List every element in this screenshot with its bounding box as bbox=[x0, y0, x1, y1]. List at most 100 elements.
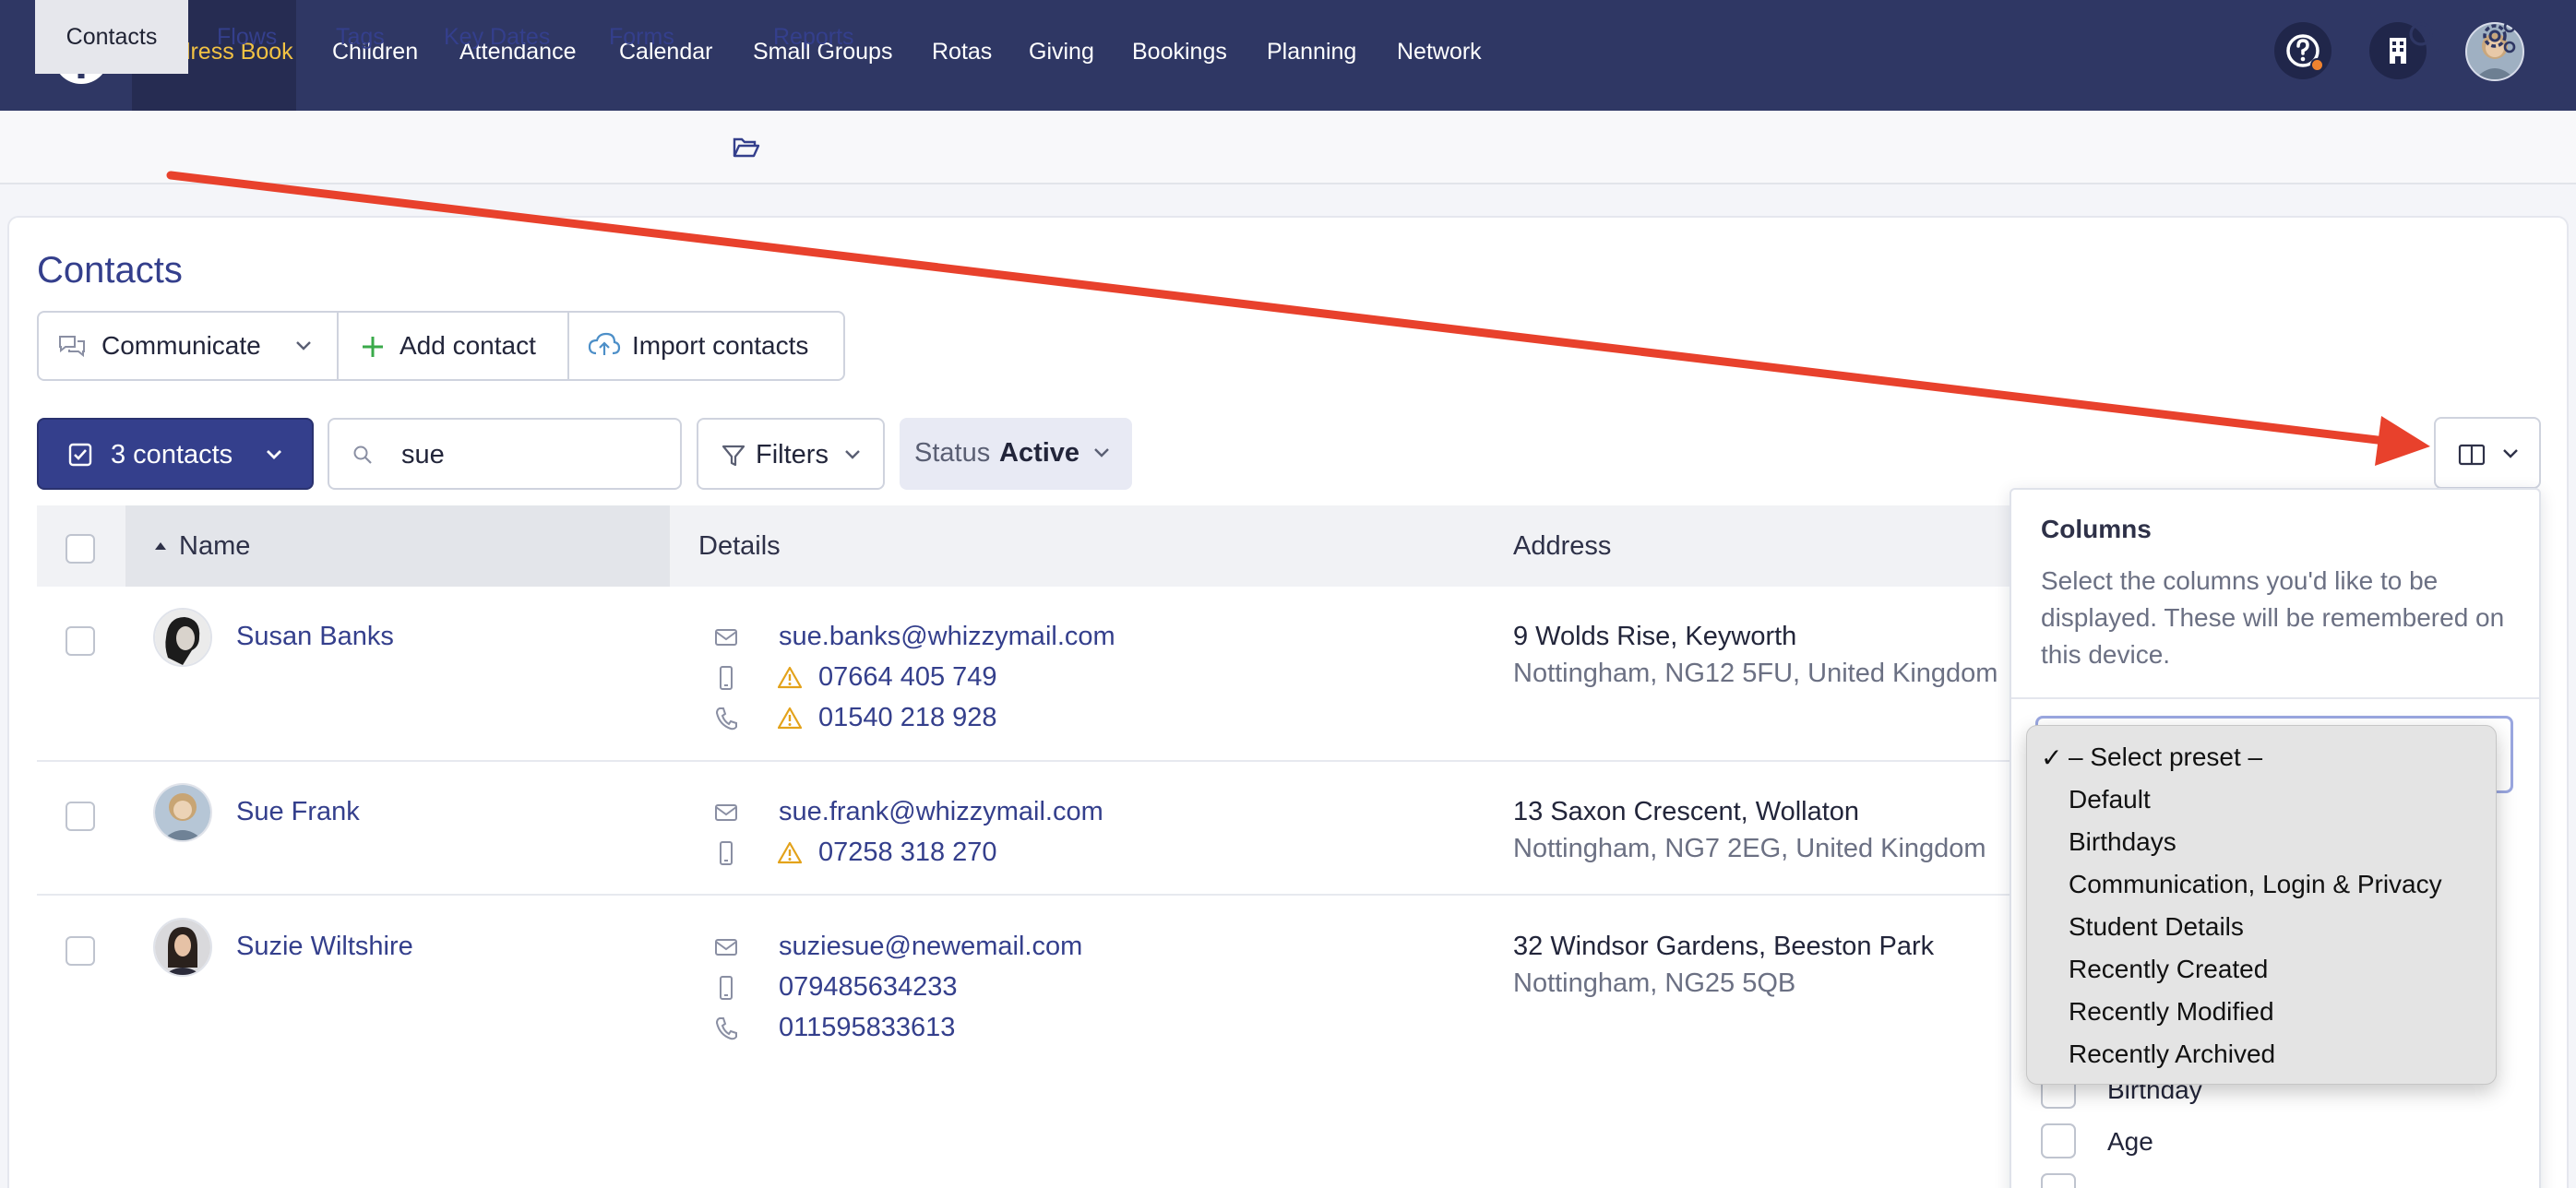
notification-dot bbox=[2310, 58, 2324, 72]
column-header-name[interactable]: Name bbox=[179, 505, 250, 587]
columns-panel-description: Select the columns you'd like to be disp… bbox=[2041, 566, 2505, 669]
selected-contacts-dropdown[interactable]: 3 contacts bbox=[37, 418, 314, 490]
mobile-number-link[interactable]: 07258 318 270 bbox=[818, 838, 997, 868]
columns-panel-title: Columns bbox=[2041, 515, 2152, 543]
tab-forms[interactable]: Forms bbox=[609, 0, 674, 74]
email-link[interactable]: suziesue@newemail.com bbox=[779, 932, 1082, 962]
nav-bookings[interactable]: Bookings bbox=[1132, 0, 1227, 111]
search-input[interactable]: sue bbox=[328, 418, 682, 490]
chevron-down-icon bbox=[1094, 448, 1109, 457]
phone-icon bbox=[715, 1017, 737, 1040]
mobile-number-link[interactable]: 079485634233 bbox=[779, 972, 958, 1003]
chevron-down-icon bbox=[845, 450, 860, 459]
checkmark-icon: ✓ bbox=[2041, 743, 2063, 772]
nav-network[interactable]: Network bbox=[1397, 0, 1482, 111]
warning-icon bbox=[778, 841, 802, 864]
folder-open-icon bbox=[733, 137, 760, 158]
tab-flows[interactable]: Flows bbox=[217, 0, 277, 74]
column-checkbox-age[interactable] bbox=[2041, 1123, 2076, 1158]
select-all-checkbox[interactable] bbox=[66, 534, 95, 564]
cloud-upload-icon bbox=[588, 332, 621, 355]
column-checkbox[interactable] bbox=[2041, 1173, 2076, 1188]
address-line-1: 32 Windsor Gardens, Beeston Park bbox=[1513, 932, 1935, 961]
email-icon bbox=[715, 629, 737, 646]
preset-option-student-details[interactable]: Student Details bbox=[2069, 912, 2244, 942]
address-line-1: 9 Wolds Rise, Keyworth bbox=[1513, 622, 1797, 651]
chevron-down-icon bbox=[296, 341, 311, 350]
email-icon bbox=[715, 804, 737, 821]
tab-tags[interactable]: Tags bbox=[336, 0, 385, 74]
filter-funnel-icon bbox=[722, 445, 745, 467]
preset-option-select[interactable]: – Select preset – bbox=[2069, 742, 2262, 772]
mobile-phone-icon bbox=[720, 976, 733, 1000]
email-link[interactable]: sue.frank@whizzymail.com bbox=[779, 797, 1103, 827]
nav-planning[interactable]: Planning bbox=[1267, 0, 1356, 111]
plus-icon bbox=[363, 337, 383, 357]
tab-reports[interactable]: Reports bbox=[773, 0, 854, 74]
column-header-details: Details bbox=[698, 531, 781, 561]
address-line-1: 13 Saxon Crescent, Wollaton bbox=[1513, 797, 1860, 826]
phone-number-link[interactable]: 01540 218 928 bbox=[818, 703, 997, 733]
filters-label: Filters bbox=[756, 440, 829, 469]
contact-avatar bbox=[153, 783, 212, 842]
help-icon bbox=[2286, 34, 2320, 67]
tab-key-dates[interactable]: Key Dates bbox=[444, 0, 550, 74]
tab-contacts[interactable]: Contacts bbox=[35, 0, 188, 74]
mobile-phone-icon bbox=[720, 841, 733, 865]
nav-giving[interactable]: Giving bbox=[1029, 0, 1094, 111]
nav-rotas[interactable]: Rotas bbox=[932, 0, 992, 111]
communicate-button[interactable]: Communicate bbox=[39, 313, 337, 379]
search-icon[interactable] bbox=[2403, 16, 2445, 58]
contact-name-link[interactable]: Suzie Wiltshire bbox=[236, 932, 413, 962]
add-contact-button[interactable]: Add contact bbox=[339, 313, 567, 379]
status-value: Active bbox=[999, 438, 1080, 468]
import-contacts-button[interactable]: Import contacts bbox=[569, 313, 843, 379]
preset-dropdown-menu bbox=[2026, 725, 2497, 1085]
warning-icon bbox=[778, 666, 802, 689]
address-line-2: Nottingham, NG25 5QB bbox=[1513, 968, 1796, 998]
address-line-2: Nottingham, NG7 2EG, United Kingdom bbox=[1513, 834, 1986, 863]
preset-option-recently-created[interactable]: Recently Created bbox=[2069, 955, 2268, 984]
preset-option-communication[interactable]: Communication, Login & Privacy bbox=[2069, 870, 2442, 899]
checkbox-checked-icon bbox=[68, 443, 92, 467]
column-label-age: Age bbox=[2107, 1127, 2153, 1156]
contact-avatar bbox=[153, 918, 212, 977]
help-button[interactable] bbox=[2274, 22, 2332, 79]
status-filter-pill[interactable]: Status Active bbox=[900, 418, 1132, 490]
preset-option-recently-archived[interactable]: Recently Archived bbox=[2069, 1040, 2275, 1069]
mobile-phone-icon bbox=[720, 666, 733, 690]
chevron-down-icon bbox=[267, 450, 281, 459]
preset-option-recently-modified[interactable]: Recently Modified bbox=[2069, 997, 2274, 1027]
preset-option-default[interactable]: Default bbox=[2069, 785, 2151, 814]
sort-ascending-icon bbox=[155, 542, 166, 550]
row-checkbox[interactable] bbox=[66, 626, 95, 656]
search-value: sue bbox=[401, 440, 445, 469]
email-link[interactable]: sue.banks@whizzymail.com bbox=[779, 622, 1115, 652]
mobile-number-link[interactable]: 07664 405 749 bbox=[818, 662, 997, 693]
chat-bubbles-icon bbox=[59, 336, 85, 358]
add-contact-label: Add contact bbox=[400, 331, 536, 360]
contact-name-link[interactable]: Susan Banks bbox=[236, 622, 394, 652]
action-button-group: Communicate Add contact Import contacts bbox=[37, 311, 845, 381]
email-icon bbox=[715, 939, 737, 956]
warning-icon bbox=[778, 707, 802, 730]
row-divider bbox=[37, 894, 2044, 896]
communicate-label: Communicate bbox=[101, 331, 261, 360]
status-label: Status bbox=[914, 438, 991, 468]
phone-icon bbox=[715, 707, 737, 731]
divider bbox=[2011, 697, 2539, 699]
chevron-down-icon bbox=[2503, 449, 2518, 458]
row-checkbox[interactable] bbox=[66, 936, 95, 966]
preset-option-birthdays[interactable]: Birthdays bbox=[2069, 827, 2176, 857]
columns-toggle-button[interactable] bbox=[2434, 417, 2541, 489]
page-title: Contacts bbox=[37, 250, 183, 291]
column-header-address: Address bbox=[1513, 531, 1612, 561]
contact-name-link[interactable]: Sue Frank bbox=[236, 797, 360, 827]
phone-number-link[interactable]: 011595833613 bbox=[779, 1013, 955, 1043]
address-line-2: Nottingham, NG12 5FU, United Kingdom bbox=[1513, 659, 1998, 688]
settings-gear-icon[interactable] bbox=[2476, 16, 2519, 58]
search-icon bbox=[353, 446, 372, 464]
filters-button[interactable]: Filters bbox=[697, 418, 885, 490]
row-checkbox[interactable] bbox=[66, 802, 95, 831]
columns-icon bbox=[2458, 444, 2486, 466]
